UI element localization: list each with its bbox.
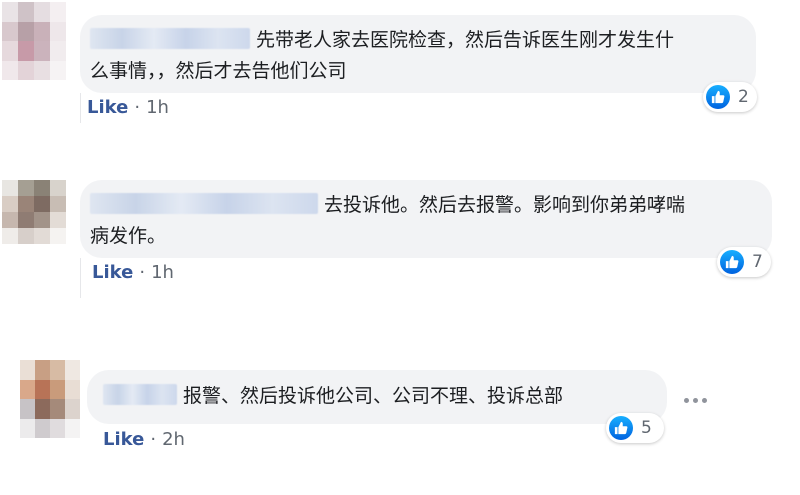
- avatar-pixel: [50, 418, 65, 438]
- more-dots-icon[interactable]: [684, 398, 707, 403]
- avatar-pixel: [65, 418, 80, 438]
- reaction-count: 5: [641, 418, 652, 438]
- avatar-pixel: [50, 360, 65, 380]
- avatar-pixel: [20, 379, 35, 399]
- comment-3: 报警、然后投诉他公司、公司不理、投诉总部 5 Like · 2h: [0, 0, 800, 495]
- avatar-pixel: [50, 379, 65, 399]
- avatar[interactable]: [20, 360, 80, 438]
- commenter-name-blurred[interactable]: [103, 384, 177, 405]
- avatar-pixel: [35, 360, 50, 380]
- avatar-pixel: [35, 418, 50, 438]
- avatar-pixel: [35, 399, 50, 419]
- comment-bubble: 报警、然后投诉他公司、公司不理、投诉总部: [87, 370, 667, 424]
- comment-text-line1: 报警、然后投诉他公司、公司不理、投诉总部: [183, 385, 564, 407]
- avatar-pixel: [20, 360, 35, 380]
- like-link[interactable]: Like: [103, 429, 144, 450]
- avatar-pixel: [65, 379, 80, 399]
- timestamp[interactable]: 2h: [162, 429, 185, 450]
- separator-dot: ·: [150, 429, 157, 450]
- comment-actions: Like · 2h: [103, 429, 185, 450]
- reaction-summary[interactable]: 5: [606, 413, 664, 443]
- avatar-pixel: [20, 418, 35, 438]
- thumbs-up-icon: [609, 416, 633, 440]
- avatar-pixel: [50, 399, 65, 419]
- avatar-pixel: [35, 379, 50, 399]
- avatar-pixel: [65, 360, 80, 380]
- avatar-pixel: [20, 399, 35, 419]
- avatar-pixel: [65, 399, 80, 419]
